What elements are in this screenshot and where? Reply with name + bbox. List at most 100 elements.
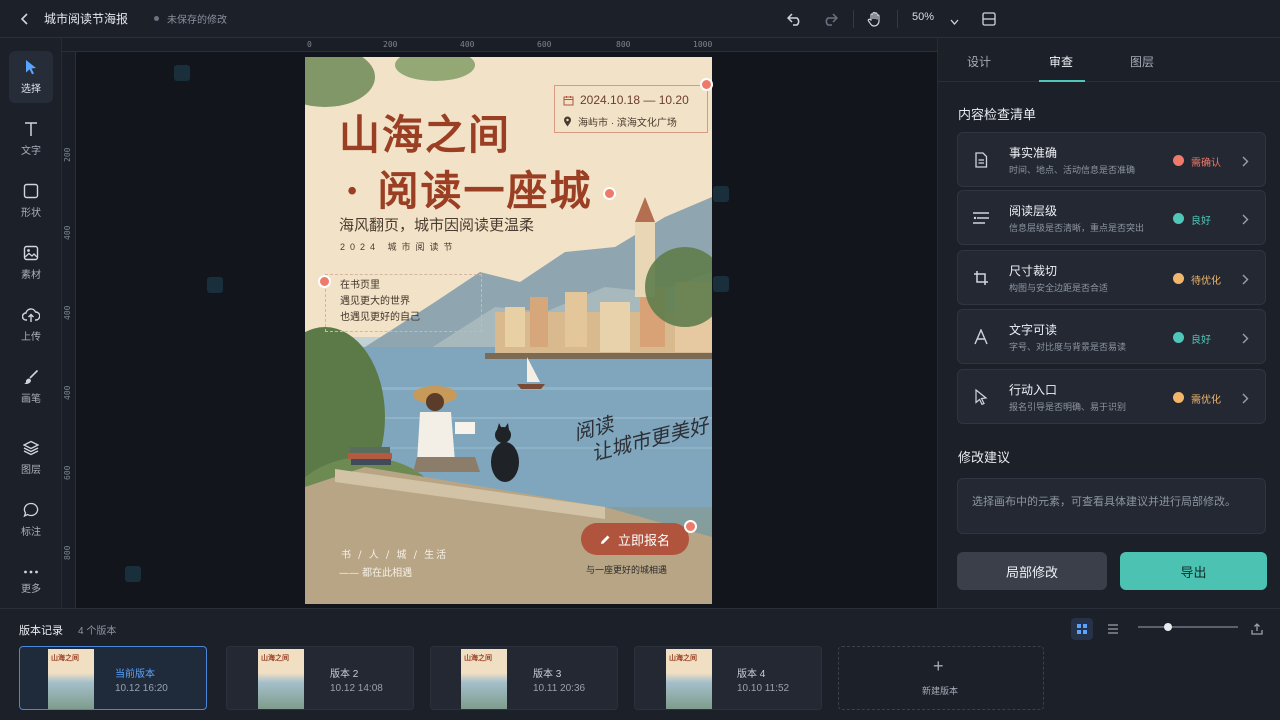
version-name: 当前版本: [115, 669, 155, 680]
review-panel: 设计 审查 图层 内容检查清单 事实准确 时间、地点、活动信息是否准确 需确认 …: [937, 38, 1280, 608]
check-name: 事实准确: [1009, 146, 1058, 160]
chevron-down-icon[interactable]: [950, 12, 959, 30]
share-export-icon[interactable]: [1246, 618, 1268, 640]
back-icon[interactable]: [16, 10, 34, 28]
list-view-icon[interactable]: [1102, 618, 1124, 640]
hand-icon[interactable]: [865, 9, 885, 29]
check-item-readability[interactable]: 文字可读 字号、对比度与背景是否易读 良好: [957, 309, 1266, 364]
poster-subtitle[interactable]: 海风翻页，城市因阅读更温柔: [339, 214, 534, 235]
tool-assets[interactable]: 素材: [9, 237, 53, 289]
review-marker[interactable]: [684, 520, 697, 533]
tab-layers[interactable]: 图层: [1130, 53, 1154, 70]
version-history-title: 版本记录: [19, 625, 63, 637]
poster-artboard[interactable]: 山海之间 · 阅读一座城 海风翻页，城市因阅读更温柔 2024 城市阅读节 20…: [305, 57, 712, 604]
tool-annotate[interactable]: 标注: [9, 494, 53, 546]
check-name: 行动入口: [1009, 383, 1058, 397]
check-item-hierarchy[interactable]: 阅读层级 信息层级是否清晰，重点是否突出 良好: [957, 190, 1266, 245]
poster-location: 海屿市 · 滨海文化广场: [563, 114, 677, 129]
poster-event-name[interactable]: 2024 城市阅读节: [340, 240, 458, 253]
poster-info-box[interactable]: 2024.10.18 — 10.20 海屿市 · 滨海文化广场: [554, 85, 708, 133]
tool-label: 图层: [21, 465, 41, 476]
poster-date-text: 2024.10.18 — 10.20: [580, 93, 689, 107]
cursor-icon: [26, 60, 36, 75]
check-item-cta[interactable]: 行动入口 报名引导是否明确、易于识别 需优化: [957, 369, 1266, 424]
review-marker[interactable]: [318, 275, 331, 288]
chevron-right-icon: [1242, 391, 1249, 409]
ruler-tick-label: 400: [63, 225, 72, 240]
poster-footer-line1[interactable]: 书 / 人 / 城 / 生活: [341, 546, 448, 561]
review-marker[interactable]: [603, 187, 616, 200]
tool-brush[interactable]: 画笔: [9, 361, 53, 413]
poster-quote-line: 也遇见更好的自己: [340, 312, 420, 323]
poster-title-line2[interactable]: · 阅读一座城: [345, 157, 593, 217]
thumbnail-size-slider[interactable]: [1138, 626, 1238, 628]
redo-icon[interactable]: [820, 9, 840, 29]
version-card[interactable]: 山海之间 版本 3 10.11 20:36: [430, 646, 618, 710]
upload-icon: [22, 308, 40, 322]
font-icon: [971, 327, 991, 347]
tool-text[interactable]: 文字: [9, 113, 53, 165]
check-name: 阅读层级: [1009, 204, 1058, 218]
tab-review[interactable]: 审查: [1049, 53, 1073, 70]
more-icon: [24, 570, 38, 574]
poster-footer-line2[interactable]: —— 都在此相遇: [339, 564, 412, 579]
tool-layers[interactable]: 图层: [9, 432, 53, 484]
version-card[interactable]: 山海之间 版本 2 10.12 14:08: [226, 646, 414, 710]
poster-cta-subtext[interactable]: 与一座更好的城相遇: [586, 563, 667, 576]
suggestion-box[interactable]: 选择画布中的元素，可查看具体建议并进行局部修改。: [957, 478, 1266, 534]
fit-screen-icon[interactable]: [979, 9, 999, 29]
tool-more[interactable]: 更多: [9, 556, 53, 608]
active-tab-indicator: [1039, 80, 1085, 82]
version-count: 4 个版本: [78, 626, 117, 637]
calendar-icon: [563, 95, 574, 105]
version-card[interactable]: 山海之间 版本 4 10.10 11:52: [634, 646, 822, 710]
poster-quote-line: 遇见更大的世界: [340, 296, 410, 307]
text-icon: [25, 122, 37, 136]
check-desc: 时间、地点、活动信息是否准确: [1009, 165, 1136, 175]
tool-upload[interactable]: 上传: [9, 299, 53, 351]
document-title[interactable]: 城市阅读节海报: [44, 10, 128, 27]
check-item-crop[interactable]: 尺寸裁切 构图与安全边距是否合适 待优化: [957, 250, 1266, 305]
poster-title-line1[interactable]: 山海之间: [339, 101, 511, 161]
new-version-label: 新建版本: [922, 686, 959, 696]
check-status: 良好: [1191, 216, 1211, 227]
location-pin-icon: [564, 116, 571, 127]
version-card[interactable]: 山海之间 当前版本 10.12 16:20: [19, 646, 207, 710]
ruler-tick-label: 600: [63, 465, 72, 480]
ruler-tick-label: 400: [63, 305, 72, 320]
zoom-level[interactable]: 50%: [912, 11, 934, 23]
ruler-left: 200 400 400 400 600 800: [62, 52, 76, 608]
poster-quote[interactable]: 在书页里 遇见更大的世界 也遇见更好的自己: [325, 274, 482, 332]
thumb-text: 山海之间: [261, 653, 289, 662]
divider: [897, 10, 898, 28]
thumb-text: 山海之间: [51, 653, 79, 662]
tool-select[interactable]: 选择: [9, 51, 53, 103]
ruler-tick-label: 200: [383, 40, 398, 49]
canvas-area[interactable]: 0 200 400 600 800 1000 200 400 400 400 6…: [62, 38, 937, 608]
tool-label: 标注: [21, 527, 41, 538]
poster-cta-button[interactable]: 立即报名: [581, 523, 689, 555]
plus-icon: +: [933, 656, 944, 676]
poster-quote-line: 在书页里: [340, 280, 380, 291]
chevron-right-icon: [1242, 212, 1249, 230]
document-icon: [971, 150, 991, 170]
slider-handle[interactable]: [1164, 623, 1172, 631]
watermark-icon: [207, 277, 223, 293]
save-status: 未保存的修改: [154, 11, 227, 26]
version-time: 10.10 11:52: [737, 683, 790, 694]
version-bar: 版本记录 4 个版本 山海之间 当前版本 10.12 16:20 山海之间 版本…: [0, 608, 1280, 720]
version-name: 版本 4: [737, 669, 766, 680]
review-marker[interactable]: [700, 78, 713, 91]
check-desc: 信息层级是否清晰，重点是否突出: [1009, 223, 1145, 233]
thumb-text: 山海之间: [464, 653, 492, 662]
status-dot: [1173, 213, 1184, 224]
tab-design[interactable]: 设计: [967, 53, 991, 70]
tool-label: 文字: [21, 146, 41, 157]
export-button[interactable]: 导出: [1120, 552, 1267, 590]
check-item-fact[interactable]: 事实准确 时间、地点、活动信息是否准确 需确认: [957, 132, 1266, 187]
grid-view-icon[interactable]: [1071, 618, 1093, 640]
tool-shape[interactable]: 形状: [9, 175, 53, 227]
local-edit-button[interactable]: 局部修改: [957, 552, 1107, 590]
new-version-button[interactable]: + 新建版本: [838, 646, 1044, 710]
undo-icon[interactable]: [785, 9, 805, 29]
